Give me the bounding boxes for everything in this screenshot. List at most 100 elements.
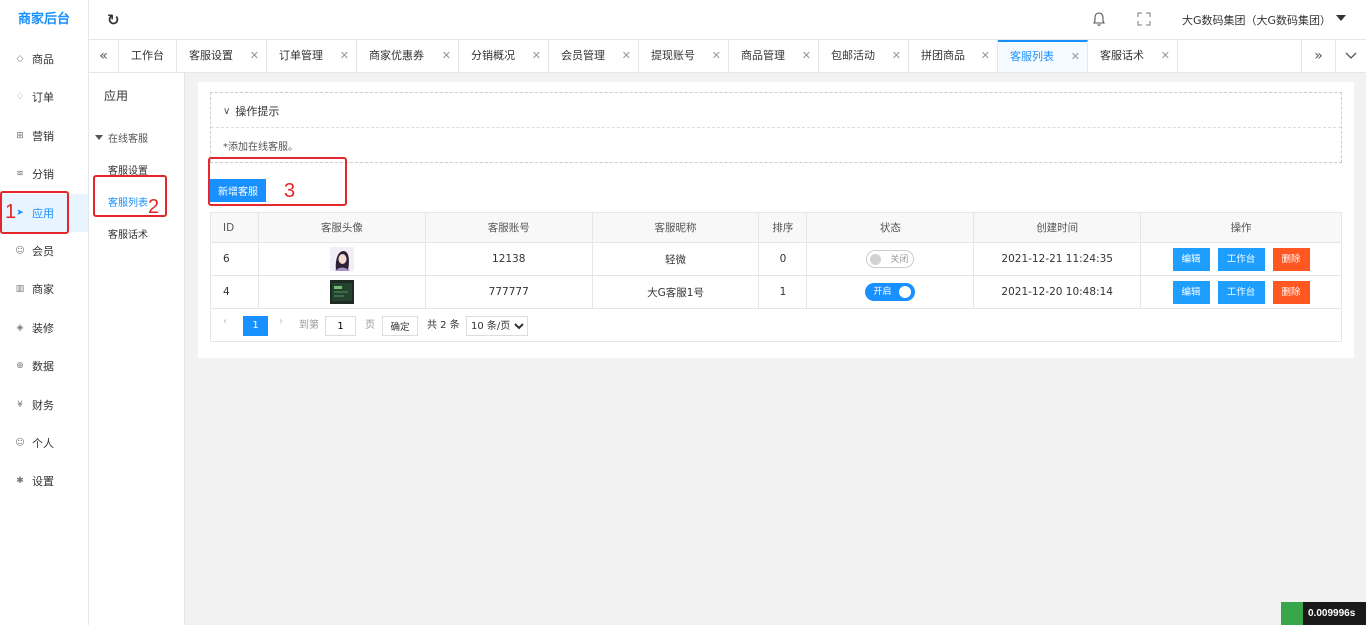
close-icon[interactable]: ✕ (981, 40, 990, 72)
nav-item-label: 分销 (32, 168, 54, 181)
cell-nickname: 大G客服1号 (591, 275, 760, 309)
cell-id: 4 (210, 275, 259, 309)
sub-menu-item-cs-scripts[interactable]: 客服话术 (108, 226, 148, 241)
annotation-number-3: 3 (284, 180, 296, 202)
tab-withdraw-accounts[interactable]: 提现账号 ✕ (639, 40, 729, 72)
tab-cs-settings[interactable]: 客服设置 ✕ (177, 40, 267, 72)
caret-down-icon[interactable] (1336, 15, 1346, 21)
column-header-created: 创建时间 (973, 212, 1142, 243)
tab-cs-scripts[interactable]: 客服话术 ✕ (1088, 40, 1178, 72)
tab-label: 客服话术 (1100, 49, 1144, 62)
nav-item-distribution[interactable]: ≋ 分销 (0, 155, 88, 193)
brand-logo[interactable]: 商家后台 (0, 0, 88, 40)
tips-box: ∨ 操作提示 *添加在线客服。 (210, 92, 1342, 163)
close-icon[interactable]: ✕ (622, 40, 631, 72)
nav-item-personal[interactable]: ☺ 个人 (0, 424, 88, 462)
tabs-scroll-left-icon[interactable]: « (89, 40, 119, 72)
nav-item-data[interactable]: ⊕ 数据 (0, 347, 88, 385)
workbench-button[interactable]: 工作台 (1217, 280, 1265, 304)
nav-item-label: 订单 (32, 91, 54, 104)
workbench-button[interactable]: 工作台 (1217, 247, 1265, 271)
nav-item-merchant[interactable]: ▥ 商家 (0, 270, 88, 308)
nav-item-finance[interactable]: ¥ 财务 (0, 386, 88, 424)
user-name[interactable]: 大G数码集团（大G数码集团） (1182, 12, 1331, 28)
edit-button[interactable]: 编辑 (1172, 247, 1210, 271)
tab-label: 分销概况 (471, 49, 515, 62)
column-header-sort: 排序 (758, 212, 808, 243)
sub-menu-group-online-cs[interactable]: 在线客服 (95, 130, 148, 145)
tips-title: 操作提示 (235, 105, 280, 118)
tab-label: 提现账号 (651, 49, 695, 62)
avatar[interactable] (329, 280, 354, 304)
tab-order-management[interactable]: 订单管理 ✕ (267, 40, 357, 72)
goto-confirm-button[interactable]: 确定 (382, 316, 418, 336)
fullscreen-icon[interactable] (1137, 12, 1151, 26)
delete-button[interactable]: 删除 (1272, 247, 1310, 271)
close-icon[interactable]: ✕ (802, 40, 811, 72)
diamond-icon: ◇ (16, 54, 24, 64)
cs-table: ID 客服头像 客服账号 客服昵称 排序 状态 创建时间 操作 6 12138 … (210, 212, 1342, 309)
pagination: ‹ 1 › 到第 页 确定 共 2 条 10 条/页 20 条/页 30 条/页 (210, 310, 1342, 342)
nav-item-decoration[interactable]: ◈ 装修 (0, 309, 88, 347)
sub-menu-title: 应用 (104, 89, 129, 103)
tab-goods-management[interactable]: 商品管理 ✕ (729, 40, 819, 72)
prev-page-icon[interactable]: ‹ (223, 316, 227, 327)
nav-item-goods[interactable]: ◇ 商品 (0, 40, 88, 78)
cell-account: 777777 (424, 275, 593, 309)
tab-free-shipping[interactable]: 包邮活动 ✕ (819, 40, 909, 72)
close-icon[interactable]: ✕ (250, 40, 259, 72)
close-icon[interactable]: ✕ (1161, 40, 1170, 72)
close-icon[interactable]: ✕ (340, 40, 349, 72)
nav-item-label: 数据 (32, 360, 54, 373)
nav-item-settings[interactable]: ✱ 设置 (0, 462, 88, 500)
debug-timer-badge: 0.009996s (1281, 602, 1366, 625)
tab-member-management[interactable]: 会员管理 ✕ (549, 40, 639, 72)
next-page-icon[interactable]: › (279, 316, 283, 327)
page-1-button[interactable]: 1 (243, 316, 268, 336)
edit-button[interactable]: 编辑 (1172, 280, 1210, 304)
status-toggle[interactable]: 开启 (865, 283, 916, 301)
status-toggle[interactable]: 关闭 (866, 250, 915, 268)
close-icon[interactable]: ✕ (1071, 42, 1080, 72)
sub-menu: 应用 在线客服 客服设置 客服列表 客服话术 (89, 73, 185, 625)
cell-id: 6 (210, 242, 259, 276)
toggle-knob (899, 286, 912, 298)
tabs-bar: « 工作台 客服设置 ✕ 订单管理 ✕ 商家优惠券 ✕ 分销概况 ✕ 会员管理 ✕ 提现账… (89, 40, 1366, 73)
close-icon[interactable]: ✕ (532, 40, 541, 72)
goto-page-input[interactable] (325, 316, 356, 336)
tag-icon: ◈ (16, 323, 24, 333)
avatar[interactable] (329, 247, 354, 271)
tab-merchant-coupons[interactable]: 商家优惠券 ✕ (357, 40, 459, 72)
column-header-nickname: 客服昵称 (591, 212, 760, 243)
nav-item-members[interactable]: ☺ 会员 (0, 232, 88, 270)
close-icon[interactable]: ✕ (712, 40, 721, 72)
delete-button[interactable]: 删除 (1272, 280, 1310, 304)
close-icon[interactable]: ✕ (442, 40, 451, 72)
column-header-account: 客服账号 (424, 212, 593, 243)
refresh-icon[interactable]: ↻ (107, 11, 120, 29)
page-size-select[interactable]: 10 条/页 20 条/页 30 条/页 (466, 316, 528, 336)
tips-toggle[interactable]: ∨ 操作提示 (223, 103, 279, 119)
tab-workbench[interactable]: 工作台 (119, 40, 177, 72)
annotation-number-1: 1 (5, 201, 17, 223)
cell-nickname: 轻微 (591, 242, 760, 276)
tabs-menu-chevron-down-icon[interactable] (1335, 40, 1366, 72)
nav-item-orders[interactable]: ♢ 订单 (0, 78, 88, 116)
toggle-knob (870, 254, 882, 265)
tab-distribution-overview[interactable]: 分销概况 ✕ (459, 40, 549, 72)
nav-item-marketing[interactable]: ⊞ 营销 (0, 117, 88, 155)
tabs-scroll-right-icon[interactable]: » (1301, 40, 1335, 72)
cell-status: 关闭 (806, 242, 975, 276)
tab-group-buy-goods[interactable]: 拼团商品 ✕ (909, 40, 998, 72)
left-nav: 商家后台 ◇ 商品 ♢ 订单 ⊞ 营销 ≋ 分销 ➤ 应用 ☺ 会员 ▥ 商家 … (0, 0, 89, 625)
nav-item-label: 商家 (32, 283, 54, 296)
close-icon[interactable]: ✕ (892, 40, 901, 72)
page-label: 页 (365, 320, 375, 331)
cell-sort: 0 (758, 242, 808, 276)
notification-bell-icon[interactable] (1092, 11, 1106, 27)
cell-sort: 1 (758, 275, 808, 309)
nav-item-label: 营销 (32, 130, 54, 143)
tab-label: 订单管理 (279, 49, 323, 62)
tab-cs-list[interactable]: 客服列表 ✕ (998, 40, 1088, 72)
nav-item-label: 装修 (32, 322, 54, 335)
